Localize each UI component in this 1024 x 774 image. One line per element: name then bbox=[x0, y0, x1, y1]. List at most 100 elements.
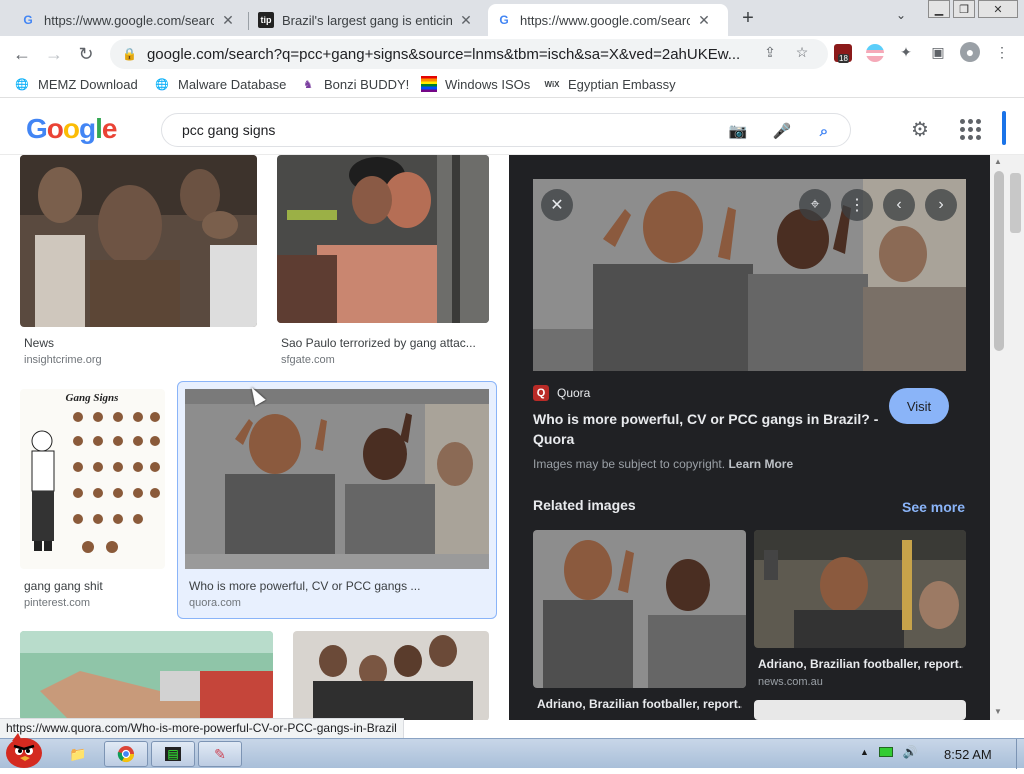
battery-icon[interactable] bbox=[878, 747, 893, 757]
terminal-taskbar-button[interactable]: ▤ bbox=[151, 741, 195, 767]
bookmark-label: Windows ISOs bbox=[445, 76, 531, 92]
logo-letter: e bbox=[101, 113, 118, 144]
result-image[interactable] bbox=[293, 631, 489, 720]
extensions-puzzle-icon[interactable]: ✦ bbox=[896, 42, 916, 62]
menu-kebab-icon[interactable]: ⋮ bbox=[992, 42, 1012, 62]
more-options-kebab-icon[interactable]: ⋮ bbox=[841, 189, 873, 221]
result-image[interactable] bbox=[20, 631, 273, 720]
restore-button[interactable]: ❐ bbox=[953, 0, 975, 18]
bookmark-malware-database[interactable]: 🌐 Malware Database bbox=[154, 76, 286, 92]
url-text[interactable]: google.com/search?q=pcc+gang+signs&sourc… bbox=[147, 46, 757, 63]
explorer-quicklaunch-icon[interactable]: 📁 bbox=[60, 741, 96, 767]
globe-icon: 🌐 bbox=[155, 78, 169, 91]
related-image-2[interactable] bbox=[754, 530, 966, 648]
close-window-button[interactable]: ✕ bbox=[978, 0, 1018, 18]
app-taskbar-button[interactable]: ✎ bbox=[198, 741, 242, 767]
search-query[interactable]: pcc gang signs bbox=[182, 122, 275, 138]
search-icon[interactable]: ⌕ bbox=[814, 121, 834, 141]
volume-icon[interactable]: 🔊 bbox=[903, 745, 918, 759]
preview-source[interactable]: Q Quora bbox=[533, 385, 590, 401]
result-caption[interactable]: Sao Paulo terrorized by gang attac... bbox=[281, 336, 486, 350]
taskbar: 📁 ▤ ✎ ▲ 🔊 8:52 AM bbox=[0, 733, 1024, 769]
search-input[interactable]: pcc gang signs 📷 🎤 ⌕ bbox=[161, 113, 851, 147]
start-button[interactable] bbox=[2, 731, 46, 769]
learn-more-link[interactable]: Learn More bbox=[728, 457, 793, 471]
result-caption[interactable]: News bbox=[24, 336, 254, 350]
result-caption[interactable]: gang gang shit bbox=[24, 579, 174, 593]
logo-letter: g bbox=[79, 113, 96, 144]
see-more-link[interactable]: See more bbox=[902, 499, 965, 515]
lens-search-icon[interactable]: ⌖ bbox=[799, 189, 831, 221]
gear-icon[interactable]: ⚙ bbox=[908, 117, 932, 141]
scroll-up-arrow-icon[interactable]: ▲ bbox=[994, 157, 1002, 166]
close-preview-icon[interactable]: ✕ bbox=[541, 189, 573, 221]
previous-chevron-icon[interactable]: ‹ bbox=[883, 189, 915, 221]
extension-ublock-icon[interactable]: 18 bbox=[834, 44, 852, 63]
related-caption[interactable]: Adriano, Brazilian footballer, report... bbox=[758, 657, 963, 671]
lock-icon[interactable]: 🔒 bbox=[122, 47, 137, 61]
back-arrow-icon[interactable]: ← bbox=[10, 42, 34, 66]
forward-arrow-icon[interactable]: → bbox=[42, 42, 66, 66]
bookmark-bonzi-buddy[interactable]: ♞ Bonzi BUDDY! bbox=[300, 76, 409, 92]
taskbar-clock[interactable]: 8:52 AM bbox=[944, 747, 992, 762]
microphone-icon[interactable]: 🎤 bbox=[772, 121, 792, 141]
bonzi-icon: ♞ bbox=[303, 78, 313, 91]
tab-search-chevron-icon[interactable]: ⌄ bbox=[896, 8, 906, 22]
related-source: news.com.au bbox=[758, 676, 823, 688]
wix-icon: WiX bbox=[544, 79, 560, 89]
tray-expand-icon[interactable]: ▲ bbox=[860, 747, 869, 757]
photo-footballers-icon bbox=[185, 389, 489, 569]
terminal-icon: ▤ bbox=[165, 747, 181, 761]
close-tab-icon[interactable]: ✕ bbox=[220, 12, 236, 28]
chrome-taskbar-button[interactable] bbox=[104, 741, 148, 767]
tab-google-search-1[interactable]: G https://www.google.com/search?q=pcc ✕ bbox=[12, 4, 244, 36]
apps-grid-icon[interactable] bbox=[958, 117, 982, 141]
tab-brazil-gang[interactable]: tip Brazil's largest gang is enticing ✕ bbox=[250, 4, 482, 36]
result-image[interactable] bbox=[185, 389, 489, 569]
bookmark-star-icon[interactable]: ☆ bbox=[792, 42, 812, 62]
close-tab-icon[interactable]: ✕ bbox=[696, 12, 712, 28]
google-logo[interactable]: Google bbox=[26, 113, 118, 145]
scroll-down-arrow-icon[interactable]: ▼ bbox=[994, 707, 1002, 716]
reload-icon[interactable]: ↻ bbox=[74, 42, 98, 66]
show-desktop-button[interactable] bbox=[1016, 739, 1024, 769]
logo-letter: o bbox=[62, 113, 80, 144]
share-icon[interactable]: ⇪ bbox=[760, 42, 780, 62]
result-source: insightcrime.org bbox=[24, 354, 102, 366]
tab-google-search-active[interactable]: G https://www.google.com/search?q=pcc ✕ bbox=[488, 4, 728, 36]
preview-title[interactable]: Who is more powerful, CV or PCC gangs in… bbox=[533, 409, 883, 449]
extension-badge: 18 bbox=[838, 54, 849, 63]
profile-avatar-icon[interactable]: ● bbox=[960, 42, 980, 62]
bookmark-egyptian-embassy[interactable]: WiX Egyptian Embassy bbox=[544, 76, 675, 92]
logo-letter: G bbox=[26, 113, 48, 144]
related-image-1[interactable] bbox=[533, 530, 746, 688]
panel-scrollbar[interactable]: ▲ ▼ bbox=[990, 155, 1007, 720]
new-tab-button[interactable]: + bbox=[736, 6, 760, 30]
tab-title: https://www.google.com/search?q=pcc bbox=[520, 12, 690, 28]
bookmark-memz[interactable]: 🌐 MEMZ Download bbox=[14, 76, 138, 92]
page-scrollbar[interactable] bbox=[1007, 155, 1024, 720]
minimize-button[interactable]: ▁ bbox=[928, 0, 950, 18]
page-scrollbar-thumb[interactable] bbox=[1010, 173, 1021, 233]
result-image[interactable]: Gang Signs bbox=[20, 389, 165, 569]
address-bar[interactable]: 🔒 google.com/search?q=pcc+gang+signs&sou… bbox=[110, 39, 828, 69]
result-image[interactable] bbox=[277, 155, 489, 323]
next-chevron-icon[interactable]: › bbox=[925, 189, 957, 221]
camera-icon[interactable]: 📷 bbox=[728, 121, 748, 141]
related-caption[interactable]: Adriano, Brazilian footballer, report... bbox=[537, 697, 742, 711]
scrollbar-thumb[interactable] bbox=[994, 171, 1004, 351]
bookmark-label: MEMZ Download bbox=[38, 76, 138, 92]
extension-flag-icon[interactable] bbox=[866, 44, 884, 62]
close-tab-icon[interactable]: ✕ bbox=[458, 12, 474, 28]
bookmark-windows-isos[interactable]: Windows ISOs bbox=[421, 76, 530, 92]
chrome-icon bbox=[117, 746, 135, 763]
bookmark-label: Bonzi BUDDY! bbox=[324, 76, 410, 92]
visit-button[interactable]: Visit bbox=[889, 388, 949, 424]
tab-separator bbox=[248, 12, 249, 30]
result-caption[interactable]: Who is more powerful, CV or PCC gangs ..… bbox=[189, 579, 439, 593]
tip-logo-icon: tip bbox=[258, 12, 274, 28]
side-panel-icon[interactable]: ▣ bbox=[928, 42, 948, 62]
result-image[interactable] bbox=[20, 155, 257, 327]
related-image-3[interactable] bbox=[754, 700, 966, 720]
preview-source-name[interactable]: Quora bbox=[557, 386, 590, 400]
